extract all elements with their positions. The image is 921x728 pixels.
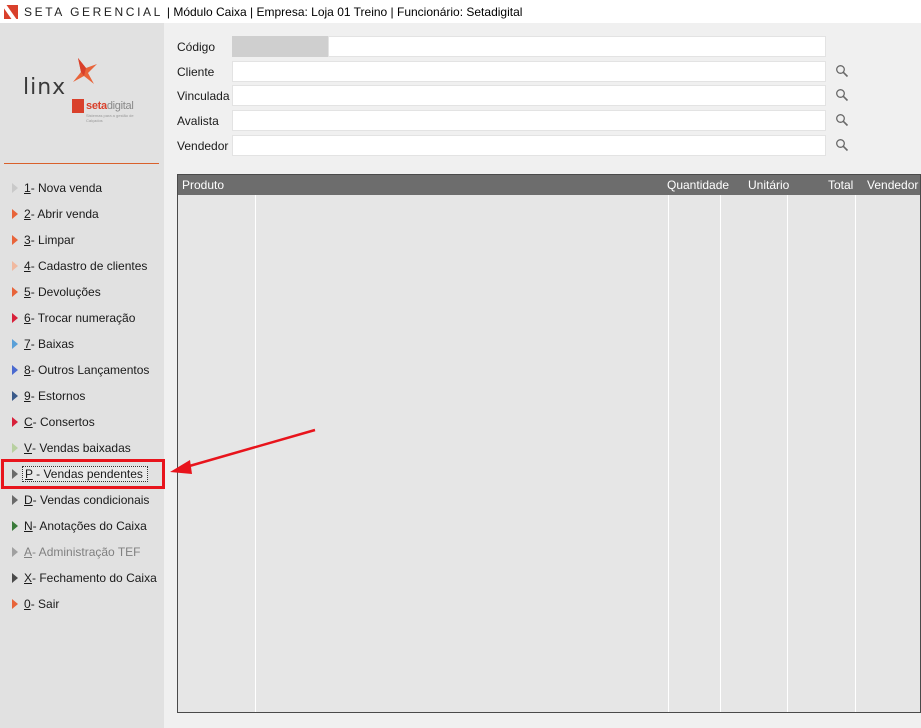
cliente-search-icon[interactable] — [835, 64, 849, 78]
menu-arrow-icon — [12, 417, 18, 427]
sidebar-divider — [4, 163, 159, 164]
menu-item-anotacoes-caixa[interactable]: N - Anotações do Caixa — [6, 513, 164, 539]
app-title: SETA GERENCIAL — [24, 4, 163, 19]
setadigital-mark-icon — [72, 99, 84, 113]
linx-logo-text: linx — [23, 75, 67, 100]
column-header-unitario[interactable]: Unitário — [748, 178, 789, 192]
menu-item-consertos[interactable]: C - Consertos — [6, 409, 164, 435]
menu-item-cadastro-clientes[interactable]: 4 - Cadastro de clientes — [6, 253, 164, 279]
menu-item-outros-lancamentos[interactable]: 8 - Outros Lançamentos — [6, 357, 164, 383]
highlight-box — [1, 459, 165, 489]
menu-arrow-icon — [12, 443, 18, 453]
menu-item-abrir-venda[interactable]: 2 - Abrir venda — [6, 201, 164, 227]
vendedor-search-icon[interactable] — [835, 138, 849, 152]
column-header-total[interactable]: Total — [828, 178, 853, 192]
menu-arrow-icon — [12, 391, 18, 401]
avalista-row: Avalista — [177, 110, 849, 131]
menu-item-nova-venda[interactable]: 1 - Nova venda — [6, 175, 164, 201]
codigo-label: Código — [177, 39, 216, 54]
grid-column-divider — [255, 195, 256, 712]
app-logo-icon — [4, 4, 18, 19]
avalista-input[interactable] — [232, 110, 826, 131]
setadigital-digital-text: digital — [106, 100, 134, 112]
column-header-quantidade[interactable]: Quantidade — [667, 178, 729, 192]
menu-item-devolucoes[interactable]: 5 - Devoluções — [6, 279, 164, 305]
grid-header: Produto Quantidade Unitário Total Vended… — [178, 175, 920, 195]
window-title-details: | Módulo Caixa | Empresa: Loja 01 Treino… — [166, 4, 523, 19]
column-header-produto[interactable]: Produto — [182, 178, 224, 192]
menu-arrow-icon — [12, 261, 18, 271]
menu-arrow-icon — [12, 235, 18, 245]
vinculada-label: Vinculada — [177, 88, 230, 103]
menu-item-limpar[interactable]: 3 - Limpar — [6, 227, 164, 253]
grid-column-divider — [855, 195, 856, 712]
linx-setadigital-logo: linx setadigital Sistemas para a gestão … — [20, 53, 150, 123]
menu-item-baixas[interactable]: 7 - Baixas — [6, 331, 164, 357]
menu-item-estornos[interactable]: 9 - Estornos — [6, 383, 164, 409]
menu-arrow-icon — [12, 547, 18, 557]
vinculada-search-icon[interactable] — [835, 88, 849, 102]
vinculada-input[interactable] — [232, 85, 826, 106]
vendedor-row: Vendedor — [177, 135, 849, 156]
menu-arrow-icon — [12, 287, 18, 297]
cliente-row: Cliente — [177, 61, 849, 82]
grid-column-divider — [787, 195, 788, 712]
cliente-input[interactable] — [232, 61, 826, 82]
menu-arrow-icon — [12, 495, 18, 505]
codigo-prefix-field — [232, 36, 328, 57]
avalista-search-icon[interactable] — [835, 113, 849, 127]
menu-item-vendas-condicionais[interactable]: D - Vendas condicionais — [6, 487, 164, 513]
grid-column-divider — [668, 195, 669, 712]
vendedor-input[interactable] — [232, 135, 826, 156]
menu-arrow-icon — [12, 599, 18, 609]
menu-arrow-icon — [12, 313, 18, 323]
menu-arrow-icon — [12, 339, 18, 349]
caixa-window: linx setadigital Sistemas para a gestão … — [0, 23, 921, 728]
menu-item-administracao-tef: A - Administração TEF — [6, 539, 164, 565]
shortcut-menu: 1 - Nova venda 2 - Abrir venda 3 - Limpa… — [6, 175, 164, 617]
menu-item-trocar-numeracao[interactable]: 6 - Trocar numeração — [6, 305, 164, 331]
setadigital-tagline: Sistemas para a gestão de Calçados — [86, 113, 134, 123]
menu-item-vendas-baixadas[interactable]: V - Vendas baixadas — [6, 435, 164, 461]
menu-arrow-icon — [12, 521, 18, 531]
menu-arrow-icon — [12, 573, 18, 583]
vinculada-row: Vinculada — [177, 85, 849, 106]
menu-item-sair[interactable]: 0 - Sair — [6, 591, 164, 617]
vendedor-label: Vendedor — [177, 138, 229, 153]
setadigital-seta-text: seta — [86, 100, 107, 112]
items-grid[interactable]: Produto Quantidade Unitário Total Vended… — [177, 174, 921, 713]
grid-column-divider — [720, 195, 721, 712]
menu-arrow-icon — [12, 209, 18, 219]
title-bar: SETA GERENCIAL | Módulo Caixa | Empresa:… — [0, 0, 921, 23]
menu-arrow-icon — [12, 183, 18, 193]
linx-star-icon — [73, 58, 97, 84]
sidebar: linx setadigital Sistemas para a gestão … — [0, 23, 164, 728]
codigo-input[interactable] — [328, 36, 826, 57]
avalista-label: Avalista — [177, 113, 219, 128]
cliente-label: Cliente — [177, 64, 215, 79]
codigo-row: Código — [177, 36, 826, 57]
menu-item-fechamento-caixa[interactable]: X - Fechamento do Caixa — [6, 565, 164, 591]
menu-arrow-icon — [12, 365, 18, 375]
column-header-vendedor[interactable]: Vendedor — [867, 178, 918, 192]
